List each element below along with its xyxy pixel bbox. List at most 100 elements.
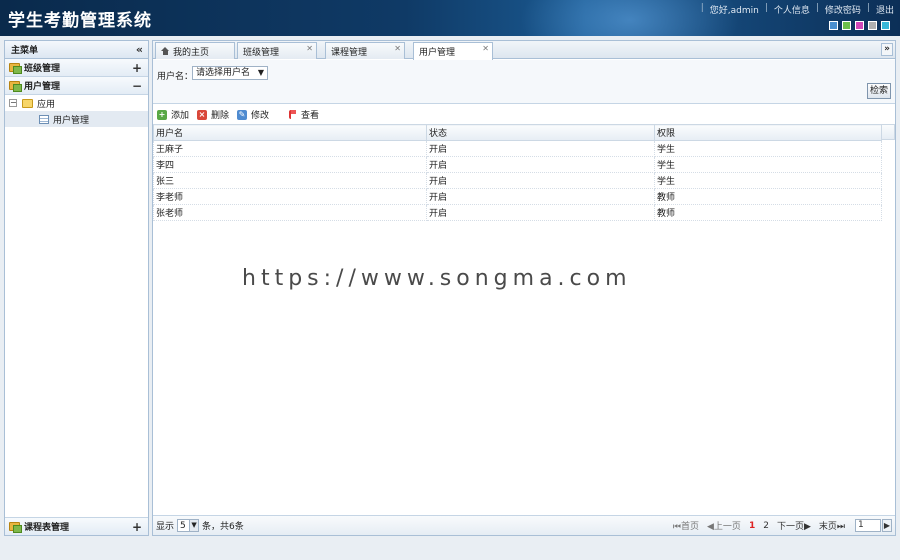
table-row[interactable]: 李老师 开启 教师 — [153, 188, 882, 205]
page-jump-input[interactable]: 1 — [855, 519, 881, 532]
folder-icon — [22, 98, 33, 108]
theme-swatch-pink[interactable] — [855, 21, 864, 30]
tree-node-app[interactable]: − 应用 — [5, 95, 148, 111]
search-button[interactable]: 检索 — [867, 83, 891, 99]
module-icon — [9, 522, 22, 533]
tree-node-label: 应用 — [37, 99, 56, 110]
add-icon: + — [157, 109, 167, 120]
theme-swatch-blue[interactable] — [829, 21, 838, 30]
pagination-bar: 显示 5 ▼ 条，共6条 ⏮首页 ◀上一页 1 2 下一页▶ 末页⏭ 1 ▶ — [153, 515, 895, 535]
page-size-group: 显示 5 ▼ 条，共6条 — [156, 519, 244, 532]
tab-label: 用户管理 — [419, 48, 456, 58]
username-select[interactable]: 请选择用户名 ▼ — [192, 66, 268, 80]
table-row[interactable]: 张老师 开启 教师 — [153, 204, 882, 221]
tree-node-user-management[interactable]: 用户管理 — [5, 111, 148, 127]
page-number-2[interactable]: 2 — [763, 521, 769, 531]
module-icon — [9, 63, 22, 74]
separator: | — [764, 3, 768, 13]
cell-username: 李老师 — [153, 188, 427, 205]
column-header-role[interactable]: 权限 — [654, 124, 882, 141]
column-header-username[interactable]: 用户名 — [153, 124, 427, 141]
cell-status: 开启 — [426, 140, 655, 157]
tab-scroll-down-icon[interactable]: » — [881, 43, 893, 56]
page-icon — [39, 114, 49, 124]
next-page-link[interactable]: 下一页▶ — [777, 519, 811, 532]
sidebar-section-schedule[interactable]: 课程表管理 + — [5, 517, 148, 535]
tab-user-management[interactable]: 用户管理 ✕ — [413, 42, 493, 60]
sidebar-section-class[interactable]: 班级管理 + — [5, 59, 148, 77]
edit-button[interactable]: ✎ 修改 — [237, 108, 269, 121]
last-page-link[interactable]: 末页⏭ — [819, 519, 845, 532]
first-page-link[interactable]: ⏮首页 — [673, 519, 699, 532]
collapse-icon[interactable]: − — [132, 79, 142, 93]
column-header-status[interactable]: 状态 — [426, 124, 655, 141]
page-size-select[interactable]: 5 ▼ — [177, 519, 200, 532]
sidebar-title: 主菜单 — [11, 46, 39, 56]
table-row[interactable]: 张三 开启 学生 — [153, 172, 882, 189]
sidebar: 主菜单 « 班级管理 + 用户管理 − − 应用 用户管理 课程表管理 + — [4, 40, 149, 536]
expand-icon[interactable]: + — [132, 61, 142, 75]
sidebar-section-label: 班级管理 — [24, 64, 61, 74]
sidebar-header: 主菜单 « — [5, 41, 148, 59]
search-panel: 用户名： 请选择用户名 ▼ 检索 — [153, 60, 895, 104]
tab-bar: 我的主页 班级管理 ✕ 课程管理 ✕ 用户管理 ✕ » — [153, 41, 895, 60]
dropdown-arrow-icon: ▼ — [257, 68, 264, 77]
page-number-1[interactable]: 1 — [749, 521, 755, 531]
theme-swatch-gray[interactable] — [868, 21, 877, 30]
greeting-link[interactable]: 您好,admin — [710, 3, 759, 16]
tree-node-label: 用户管理 — [53, 115, 90, 126]
top-links: | 您好,admin | 个人信息 | 修改密码 | 退出 — [695, 3, 894, 16]
cell-status: 开启 — [426, 188, 655, 205]
page-nav: ⏮首页 ◀上一页 1 2 下一页▶ 末页⏭ 1 ▶ — [669, 519, 892, 532]
prev-page-link[interactable]: ◀上一页 — [707, 519, 741, 532]
tab-home[interactable]: 我的主页 — [155, 42, 235, 59]
cell-status: 开启 — [426, 172, 655, 189]
grid-scrollbar[interactable] — [881, 124, 895, 140]
close-icon[interactable]: ✕ — [306, 44, 313, 53]
table-header-row: 用户名 状态 权限 — [153, 124, 882, 141]
delete-button[interactable]: × 删除 — [197, 108, 229, 121]
tab-label: 课程管理 — [331, 47, 368, 58]
theme-swatch-cyan[interactable] — [881, 21, 890, 30]
cell-role: 学生 — [654, 172, 882, 189]
prev-page-label: 上一页 — [713, 522, 741, 532]
tab-label: 班级管理 — [243, 47, 280, 58]
expand-icon[interactable]: + — [132, 520, 142, 534]
edit-icon: ✎ — [237, 109, 248, 120]
cell-username: 王麻子 — [153, 140, 427, 157]
delete-label: 删除 — [211, 111, 230, 121]
add-button[interactable]: + 添加 — [157, 108, 189, 121]
change-password-link[interactable]: 修改密码 — [825, 3, 861, 16]
tab-class-management[interactable]: 班级管理 ✕ — [237, 42, 317, 59]
last-page-label: 末页 — [818, 522, 837, 532]
table-row[interactable]: 王麻子 开启 学生 — [153, 140, 882, 157]
profile-link[interactable]: 个人信息 — [774, 3, 810, 16]
close-icon[interactable]: ✕ — [482, 44, 489, 53]
sidebar-section-label: 课程表管理 — [24, 523, 70, 533]
logout-link[interactable]: 退出 — [876, 3, 894, 16]
collapse-sidebar-icon[interactable]: « — [136, 43, 143, 56]
record-summary: 条，共6条 — [202, 522, 244, 532]
sidebar-section-user[interactable]: 用户管理 − — [5, 77, 148, 95]
view-button[interactable]: 查看 — [277, 108, 319, 121]
cell-status: 开启 — [426, 204, 655, 221]
close-icon[interactable]: ✕ — [394, 44, 401, 53]
separator: | — [866, 3, 870, 13]
flag-icon — [289, 110, 297, 119]
separator: | — [700, 3, 704, 13]
user-grid: 用户名 状态 权限 王麻子 开启 学生 李四 开启 学生 张三 开启 学生 李老… — [153, 124, 895, 221]
table-row[interactable]: 李四 开启 学生 — [153, 156, 882, 173]
user-table: 用户名 状态 权限 王麻子 开启 学生 李四 开启 学生 张三 开启 学生 李老… — [153, 124, 882, 221]
go-page-icon[interactable]: ▶ — [882, 519, 892, 532]
page-size-value: 5 — [180, 520, 186, 531]
cell-username: 李四 — [153, 156, 427, 173]
separator: | — [815, 3, 819, 13]
tree-collapse-icon[interactable]: − — [9, 99, 17, 107]
tab-label: 我的主页 — [173, 47, 210, 58]
grid-toolbar: + 添加 × 删除 ✎ 修改 查看 — [153, 105, 895, 124]
edit-label: 修改 — [251, 111, 270, 121]
tab-course-management[interactable]: 课程管理 ✕ — [325, 42, 405, 59]
delete-icon: × — [197, 109, 208, 120]
theme-swatch-green[interactable] — [842, 21, 851, 30]
cell-status: 开启 — [426, 156, 655, 173]
